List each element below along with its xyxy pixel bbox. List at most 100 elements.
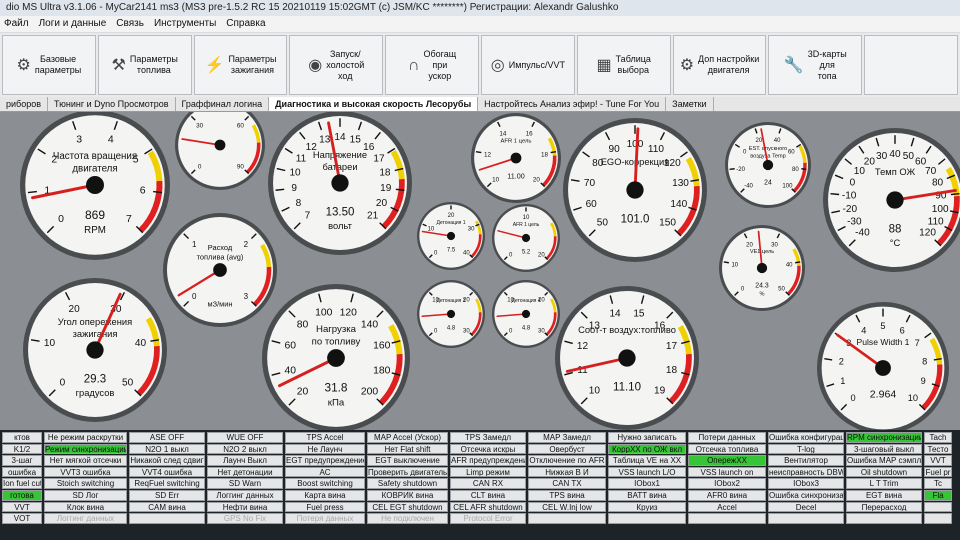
gauge-value: 11.10 [613, 381, 641, 393]
gauge-tick-label: 18 [541, 151, 549, 158]
gauge-tick-label: 20 [538, 252, 545, 258]
status-indicator: IObox1 [608, 478, 686, 489]
status-indicator: Потеря данных [285, 513, 365, 524]
gauge-hub [521, 309, 531, 319]
gauge-value: 29.3 [84, 373, 106, 385]
gauge-tick [729, 168, 735, 171]
indicator-column: MAP Accel (Ускор) Нет Flat shift EGT выклю… [367, 432, 448, 538]
tab[interactable]: Тюнинг и Dyno Просмотров [48, 97, 176, 111]
gauge-tick-label: 80 [932, 177, 944, 188]
toolbar-button[interactable]: ⚡ Параметры зажигания [193, 35, 288, 95]
gauge-tick-label: -20 [843, 204, 858, 215]
gauge-hub [875, 360, 891, 376]
status-indicator: Вентилятор [768, 455, 844, 466]
gauge-title: двигателя [72, 164, 117, 175]
gauge-tick-label: 19 [654, 386, 666, 397]
status-indicator: Потери данных [688, 432, 766, 443]
toolbar-button[interactable]: ◉ Запуск/ холостой ход [289, 35, 384, 95]
tab[interactable]: Диагностика и высокая скорость Лесорубы [269, 97, 479, 111]
gauge-tick-label: 120 [340, 307, 358, 318]
toolbar-button[interactable]: ⚒ Параметры топлива [97, 35, 192, 95]
gauge-tick-label: 9 [291, 183, 297, 194]
gauge-tick [950, 192, 960, 196]
toolbar-button[interactable]: 🔧 3D-карты для топа [768, 35, 863, 95]
menu-item[interactable]: Файл [4, 18, 29, 29]
status-indicator: MAP Accel (Ускор) [367, 432, 448, 443]
gauge-tick-label: 13 [319, 135, 331, 146]
tab[interactable]: Настройтесь Анализ эфир! - Tune For You [478, 97, 667, 111]
gauge-tick-label: 1 [192, 240, 197, 249]
gauge-ego: 5060708090100110120130140150EGO-коррекци… [563, 118, 707, 262]
gauge-hub [521, 233, 531, 243]
toolbar-button-label: Запуск/ холостой ход [326, 48, 365, 81]
tab[interactable]: Граффинал логина [176, 97, 270, 111]
gauge-tick-label: 0 [192, 292, 197, 301]
gauge-tick-label: 30 [771, 242, 778, 248]
toolbar-button[interactable]: ⚙ Доп настройки двигателя [672, 35, 767, 95]
gauge-tick [275, 188, 285, 191]
gauge-tick-label: 110 [928, 217, 944, 228]
indicator-column: ASE OFF N2O 1 выкл Никакой след сдвиг VVT4 … [129, 432, 205, 538]
status-indicator: VSS launch L/O [608, 466, 686, 478]
status-indicator: TPS Accel [285, 432, 365, 443]
gauge-tick-label: 14 [499, 130, 507, 137]
gauge-tick-label: 3 [244, 292, 249, 301]
status-indicator: VVT4 ошибка [129, 466, 205, 478]
gauge-hub [446, 231, 456, 241]
gauge-tick-label: 100 [932, 204, 949, 215]
menu-item[interactable]: Связь [116, 18, 144, 29]
gauges-svg: 0123 4567Частота вращениядвигателя869RPM0… [20, 112, 960, 430]
gauge-ve1: 01020 304050VE1 цель24.3% [719, 225, 805, 311]
gauge-tick-label: 20 [376, 198, 388, 209]
gauge-value: 88 [889, 223, 902, 235]
status-indicator: Нет детонации [207, 466, 283, 478]
gauge-tick-label: 4 [108, 134, 114, 146]
gauge-tick-label: 40 [786, 263, 793, 269]
gauge-hub [510, 152, 522, 164]
gauge-tick-label: 20 [448, 213, 455, 219]
tab[interactable]: риборов [0, 97, 48, 111]
status-indicator: Проверить двигатель [367, 466, 448, 478]
gauge-tick-label: 60 [237, 123, 245, 130]
gauge-tick-label: 90 [608, 144, 620, 155]
menu-item[interactable]: Инструменты [154, 18, 216, 29]
status-indicator: Нижкая В И [528, 466, 606, 478]
gauge-value: 24.3 [755, 282, 769, 289]
status-indicator: GPS No Fix [207, 513, 283, 524]
toolbar-button[interactable]: ▦ Таблица выбора [576, 35, 671, 95]
status-indicator: ктов [2, 432, 42, 443]
gauge-value: 11.00 [507, 171, 524, 180]
gauge-tick-label: 200 [361, 386, 379, 397]
gauge-hub [626, 181, 644, 199]
gauge-value: 4.8 [522, 325, 531, 331]
gauge-hub [213, 263, 227, 277]
status-indicator [924, 513, 952, 524]
tab[interactable]: Заметки [666, 97, 714, 111]
gauge-tick-label: 3 [76, 134, 82, 146]
gauge-title: VE1 цель [750, 249, 774, 255]
menu-item[interactable]: Логи и данные [39, 18, 107, 29]
gauge-tick-label: 180 [373, 365, 391, 376]
toolbar-button[interactable] [864, 35, 958, 95]
gauge-title: AFR 1 цель [501, 138, 532, 144]
gauge-tick-label: 21 [367, 211, 379, 222]
status-indicator: VVT [2, 501, 42, 513]
status-indicator: VOT [2, 513, 42, 524]
status-indicator: SD Err [129, 489, 205, 501]
toolbar-button[interactable]: ∩ Обогащ при ускор [385, 35, 479, 95]
gauge-tick-label: 14 [609, 308, 621, 319]
status-indicator: Отсечка топлива [688, 443, 766, 455]
toolbar-button[interactable]: ⚙ Базовые параметры [2, 35, 96, 95]
gauge-hub [331, 174, 349, 192]
menu-item[interactable]: Справка [226, 18, 265, 29]
status-indicator: SD Warn [207, 478, 283, 489]
toolbar-button-label: 3D-карты для топа [807, 48, 847, 81]
gauge-voltage: 78910111213 14 15161718192021Напряжениебат… [268, 112, 412, 255]
toolbar-button[interactable]: ◎ Импульс/VVT [480, 35, 575, 95]
gauge-afr1: 10 12 14 16 18 20 AFR 1 цель 11.00 [471, 113, 561, 203]
idle-valve-icon: ◉ [308, 56, 323, 74]
gauge-title: Pulse Width 1 [857, 337, 910, 347]
gauge-tick-label: 40 [889, 149, 901, 160]
gauge-title: Нагрузка [316, 324, 357, 335]
gauge-tick-label: 10 [731, 263, 738, 269]
